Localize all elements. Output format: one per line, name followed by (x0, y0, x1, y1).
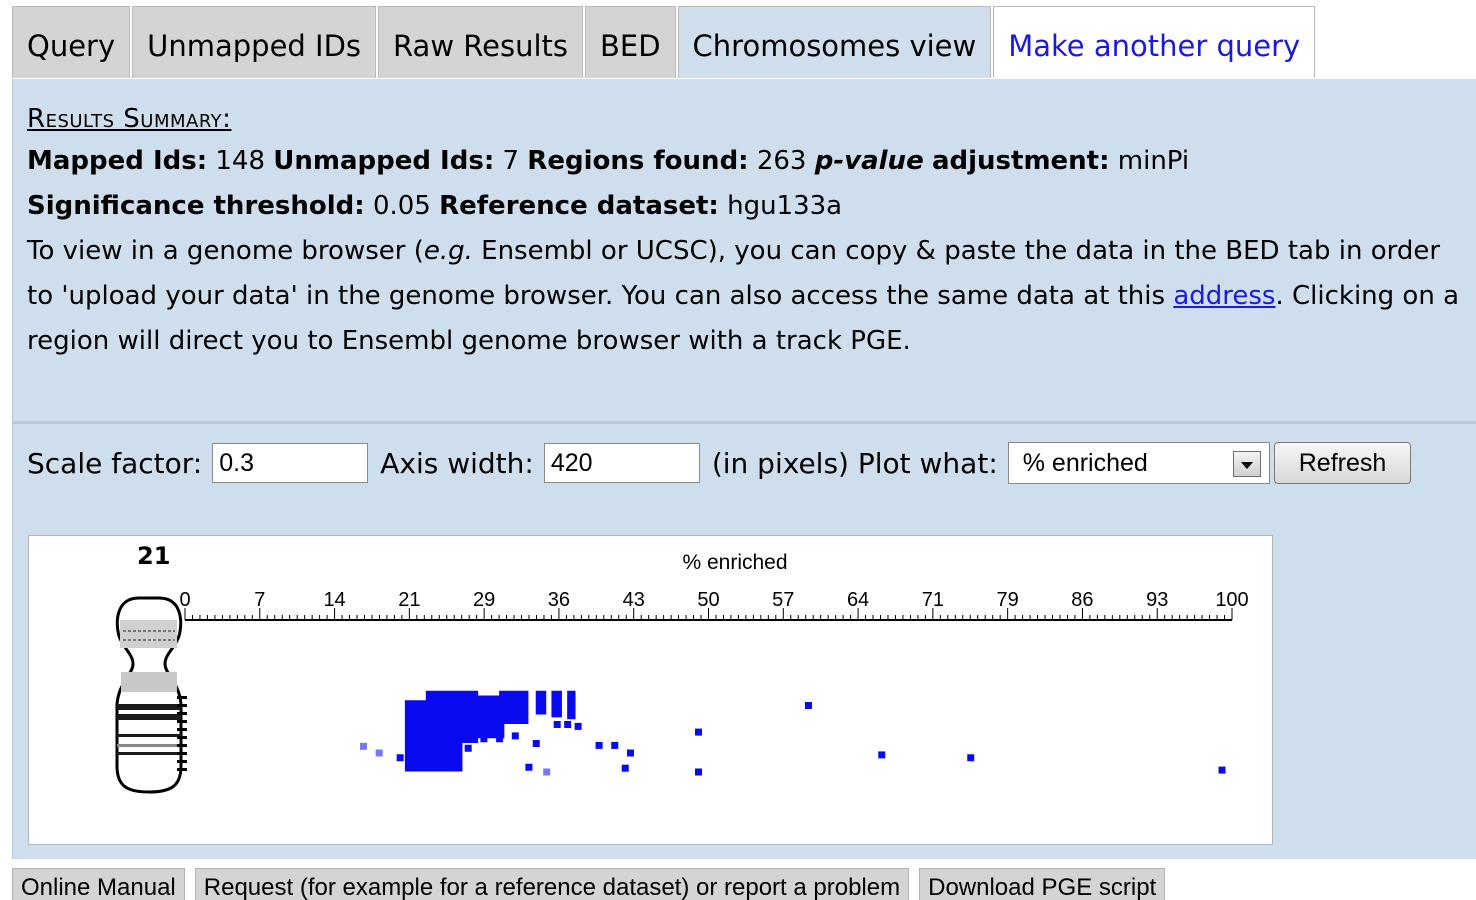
plot-what-value: % enriched (1022, 449, 1148, 477)
tab-unmapped-ids[interactable]: Unmapped IDs (132, 6, 377, 78)
reference-value: hgu133a (727, 191, 843, 221)
tab-bed[interactable]: BED (584, 6, 676, 78)
region-point[interactable] (967, 754, 975, 762)
summary-line-2: Significance threshold: 0.05 Reference d… (27, 184, 1467, 229)
region-point[interactable] (532, 740, 540, 747)
region-point[interactable] (433, 741, 441, 749)
scale-factor-input[interactable] (212, 443, 369, 483)
chromosome-ideogram-icon[interactable] (115, 596, 187, 794)
summary-info: To view in a genome browser (e.g. Ensemb… (27, 229, 1467, 364)
axis-width-input[interactable] (543, 443, 700, 483)
axis-tick-label: 57 (772, 589, 794, 611)
refresh-button[interactable]: Refresh (1273, 442, 1412, 484)
axis-tick-label: 14 (323, 589, 345, 611)
region-point[interactable] (611, 741, 619, 749)
chromosome-plot: 21 % enriched 0 7 14 21 29 36 43 50 57 6… (28, 535, 1273, 845)
plot-what-select[interactable]: % enriched (1007, 442, 1270, 484)
reference-label: Reference dataset: (439, 191, 719, 221)
region-point[interactable] (574, 722, 582, 730)
region-point[interactable] (804, 702, 812, 709)
region-marks (359, 690, 1226, 776)
chromosome-number: 21 (137, 542, 170, 570)
adjustment-label: adjustment: (931, 146, 1110, 176)
region-point[interactable] (553, 721, 561, 728)
axis-tick-label: 50 (697, 589, 719, 611)
axis-tick-label: 21 (398, 589, 420, 611)
address-link[interactable]: address (1173, 281, 1275, 311)
info-text-1: To view in a genome browser ( (27, 236, 424, 266)
region-point[interactable] (621, 764, 629, 772)
unmapped-label: Unmapped Ids: (273, 146, 495, 176)
axis-tick-label: 100 (1215, 589, 1248, 611)
footer-links: Online Manual Request (for example for a… (12, 868, 1175, 900)
online-manual-link[interactable]: Online Manual (12, 868, 185, 900)
adjustment-value: minPi (1117, 146, 1190, 176)
download-pge-script-link[interactable]: Download PGE script (919, 868, 1166, 900)
mapped-value: 148 (215, 146, 266, 176)
region-point[interactable] (448, 738, 456, 746)
summary-line-1: Mapped Ids: 148 Unmapped Ids: 7 Regions … (27, 139, 1467, 184)
mapped-label: Mapped Ids: (27, 146, 208, 176)
plot-controls: Scale factor: Axis width: (in pixels) Pl… (27, 439, 1412, 487)
threshold-label: Significance threshold: (27, 191, 365, 221)
region-point[interactable] (626, 749, 634, 757)
region-point[interactable] (464, 744, 472, 752)
axis-tick-label: 79 (997, 589, 1019, 611)
info-eg: e.g. (423, 236, 473, 266)
divider (13, 421, 1476, 424)
summary-title: Results Summary: (27, 104, 232, 134)
tab-query[interactable]: Query (12, 6, 131, 78)
axis-tick-label: 7 (254, 589, 265, 611)
axis-tick-label: 86 (1071, 589, 1093, 611)
region-block[interactable] (499, 690, 529, 724)
x-axis: 0 7 14 21 29 36 43 50 57 64 71 79 86 93 100 (179, 589, 1249, 621)
region-point[interactable] (375, 749, 383, 757)
regions-value: 263 (756, 146, 807, 176)
region-block[interactable] (567, 690, 576, 720)
region-point[interactable] (543, 768, 551, 776)
axis-tick-label: 93 (1146, 589, 1168, 611)
regions-label: Regions found: (527, 146, 749, 176)
region-point[interactable] (359, 742, 367, 750)
results-summary: Results Summary: Mapped Ids: 148 Unmappe… (27, 99, 1467, 364)
axis-tick-label: 29 (473, 589, 495, 611)
axis-tick-label: 64 (847, 589, 869, 611)
region-point[interactable] (496, 735, 504, 743)
region-point[interactable] (695, 728, 703, 736)
region-point[interactable] (412, 749, 420, 757)
region-point[interactable] (396, 754, 404, 762)
pvalue-label: p-value (814, 146, 924, 176)
axis-width-label: Axis width: (380, 446, 534, 480)
region-block[interactable] (551, 690, 562, 718)
axis-tick-label: 0 (179, 589, 190, 611)
scale-factor-label: Scale factor: (27, 446, 203, 480)
tab-chromosomes-view[interactable]: Chromosomes view (677, 6, 992, 78)
tab-bar: Query Unmapped IDs Raw Results BED Chrom… (12, 6, 1317, 80)
pixels-plot-label: (in pixels) Plot what: (711, 446, 998, 480)
tab-raw-results[interactable]: Raw Results (378, 6, 583, 78)
axis-tick-label: 36 (548, 589, 570, 611)
tab-make-another-query[interactable]: Make another query (993, 6, 1316, 78)
report-problem-link[interactable]: Request (for example for a reference dat… (194, 868, 910, 900)
region-point[interactable] (480, 735, 488, 743)
unmapped-value: 7 (502, 146, 520, 176)
chevron-down-icon[interactable] (1232, 451, 1261, 477)
threshold-value: 0.05 (372, 191, 431, 221)
region-point[interactable] (1218, 766, 1226, 774)
region-point[interactable] (511, 732, 519, 740)
region-point[interactable] (695, 768, 703, 776)
chromosome-plot-svg: 21 % enriched 0 7 14 21 29 36 43 50 57 6… (115, 542, 1249, 794)
region-block[interactable] (467, 695, 505, 739)
plot-title: % enriched (682, 551, 787, 574)
region-point[interactable] (595, 741, 603, 749)
region-point[interactable] (564, 721, 572, 728)
axis-tick-label: 43 (623, 589, 645, 611)
region-point[interactable] (878, 751, 886, 759)
region-point[interactable] (525, 763, 533, 771)
axis-tick-label: 71 (922, 589, 944, 611)
region-block[interactable] (535, 690, 547, 715)
chromosomes-view-panel: Results Summary: Mapped Ids: 148 Unmappe… (12, 79, 1476, 859)
